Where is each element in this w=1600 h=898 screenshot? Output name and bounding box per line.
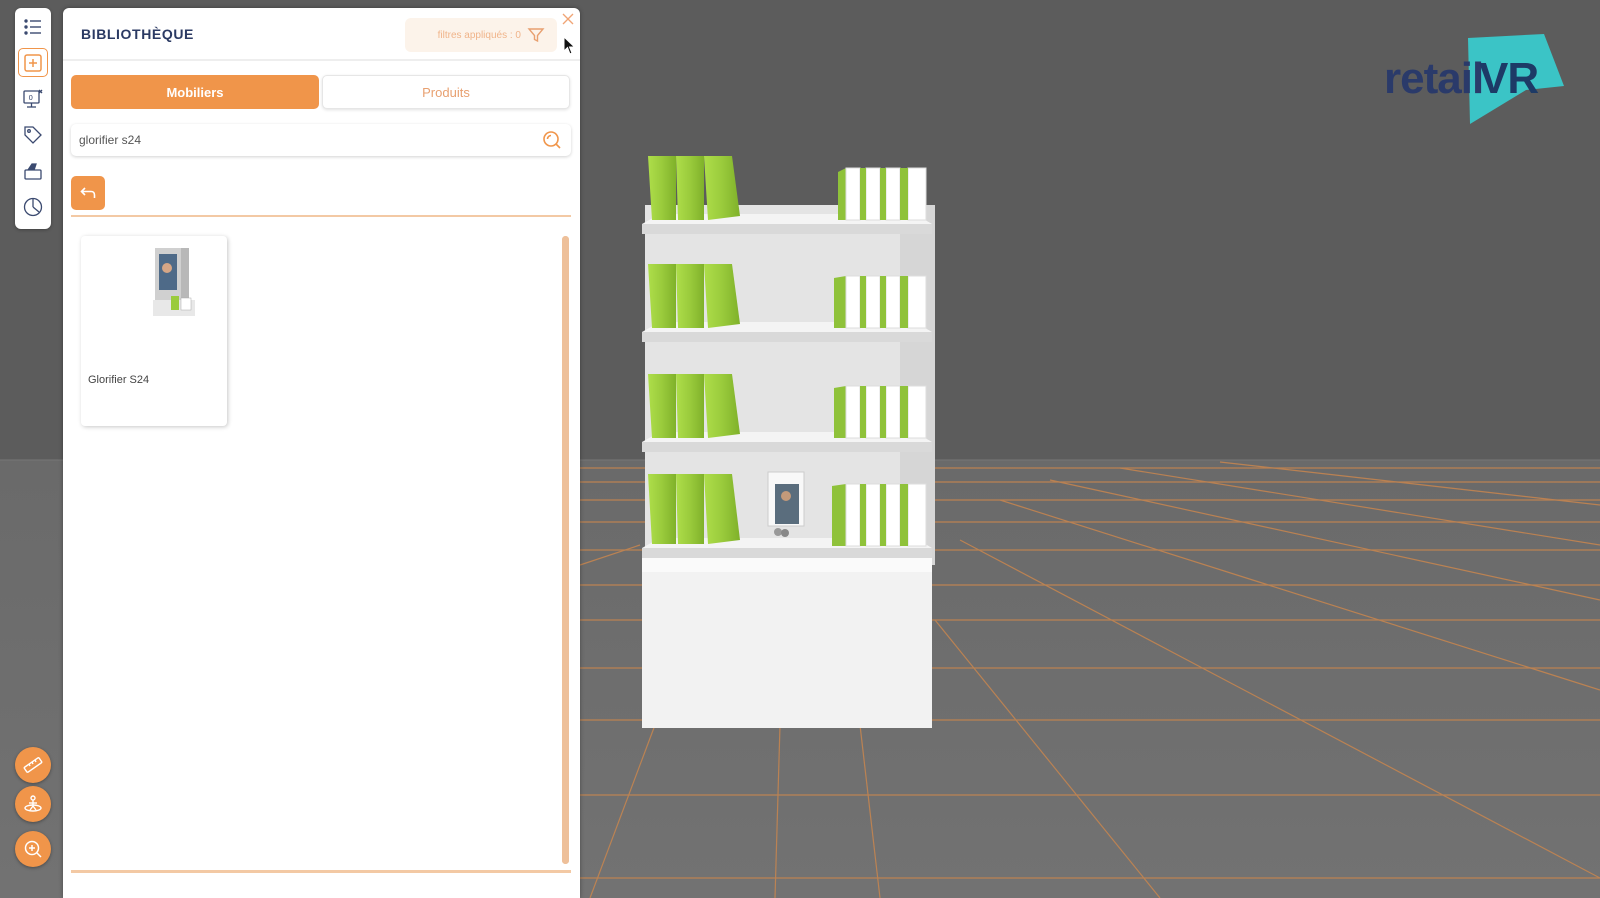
history-button[interactable] (18, 193, 48, 222)
search-box (71, 124, 571, 156)
search-icon[interactable] (541, 129, 563, 151)
tab-produits[interactable]: Produits (322, 75, 570, 109)
person-rotate-icon (24, 795, 42, 812)
tag-button[interactable] (18, 121, 48, 150)
list-button[interactable] (18, 12, 48, 41)
svg-text:0: 0 (29, 94, 33, 102)
filter-label: filtres appliqués : 0 (437, 29, 521, 41)
header-divider (63, 59, 580, 61)
counter-display-button[interactable]: 0 (18, 84, 48, 113)
result-card-name: Glorifier S24 (88, 374, 150, 386)
close-button[interactable] (561, 12, 575, 26)
results-list: Glorifier S24 (81, 236, 551, 876)
scrollbar-thumb[interactable] (562, 236, 569, 864)
add-square-icon (24, 54, 42, 72)
paint-button[interactable] (18, 157, 48, 186)
search-input[interactable] (79, 124, 519, 156)
logo-text-retail: retail (1384, 54, 1484, 103)
gondola-3d-model[interactable] (642, 156, 935, 728)
library-panel: BIBLIOTHÈQUE filtres appliqués : 0 Mobil… (63, 8, 580, 898)
tag-icon (24, 126, 42, 145)
result-card[interactable]: Glorifier S24 (81, 236, 227, 426)
clock-icon (23, 198, 43, 217)
filter-button[interactable]: filtres appliqués : 0 (405, 18, 557, 52)
zoom-in-icon (24, 840, 42, 858)
ruler-icon (23, 757, 43, 773)
mouse-cursor-icon (563, 36, 576, 55)
results-divider (71, 215, 571, 217)
panel-title: BIBLIOTHÈQUE (81, 26, 194, 42)
monitor-counter-icon: 0 (23, 89, 43, 108)
tab-mobiliers[interactable]: Mobiliers (71, 75, 319, 109)
paint-bucket-icon (24, 163, 42, 180)
bottom-divider (71, 870, 571, 873)
retailvr-logo: retail VR (1384, 34, 1564, 126)
scrollbar-track[interactable] (562, 236, 569, 864)
filter-funnel-icon (527, 26, 545, 44)
left-toolbar: 0 (15, 8, 51, 229)
close-icon (562, 13, 574, 25)
rotate-view-button[interactable] (15, 786, 51, 822)
back-arrow-icon (80, 187, 96, 198)
back-button[interactable] (71, 176, 105, 210)
zoom-button[interactable] (15, 831, 51, 867)
logo-text-vr: VR (1479, 54, 1539, 103)
add-furniture-button[interactable] (18, 48, 48, 78)
gondola-thumbnail (153, 248, 195, 316)
list-icon (24, 18, 41, 35)
ruler-button[interactable] (15, 747, 51, 783)
